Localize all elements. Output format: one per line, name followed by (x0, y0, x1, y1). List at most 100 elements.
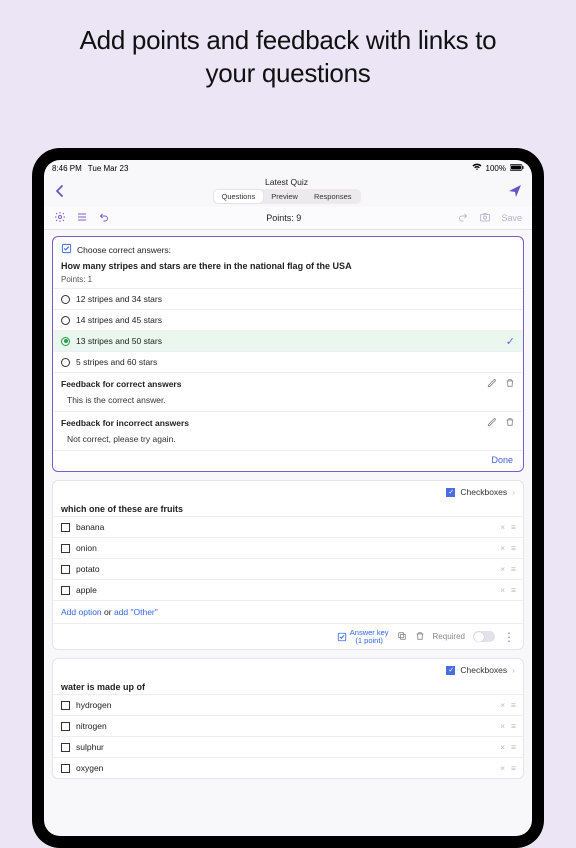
status-date: Tue Mar 23 (88, 164, 129, 173)
checkbox-type-icon (446, 488, 455, 497)
remove-option-icon[interactable]: × (500, 763, 505, 773)
remove-option-icon[interactable]: × (500, 742, 505, 752)
checkbox-icon (61, 743, 70, 752)
status-time: 8:46 PM (52, 164, 82, 173)
checkbox-icon (61, 764, 70, 773)
remove-option-icon[interactable]: × (500, 543, 505, 553)
nav-header: Latest Quiz Questions Preview Responses (44, 175, 532, 207)
option-row[interactable]: onion × ≡ (53, 537, 523, 558)
checkbox-icon (61, 565, 70, 574)
send-button[interactable] (508, 184, 522, 198)
battery-pct: 100% (486, 164, 506, 173)
add-other-link[interactable]: add "Other" (114, 607, 158, 617)
drag-handle-icon[interactable]: ≡ (511, 742, 515, 752)
camera-icon[interactable] (479, 211, 491, 225)
option-row[interactable]: 5 stripes and 60 stars (53, 351, 523, 372)
save-button[interactable]: Save (501, 213, 522, 223)
list-icon[interactable] (76, 211, 88, 225)
required-toggle[interactable] (473, 631, 495, 642)
drag-handle-icon[interactable]: ≡ (511, 721, 515, 731)
feedback-incorrect-body[interactable]: Not correct, please try again. (53, 431, 523, 450)
option-row[interactable]: apple × ≡ (53, 579, 523, 600)
remove-option-icon[interactable]: × (500, 585, 505, 595)
question-type-selector[interactable]: Checkboxes › (53, 659, 523, 677)
question-text[interactable]: How many stripes and stars are there in … (53, 256, 523, 273)
delete-icon[interactable] (415, 631, 425, 643)
wifi-icon (472, 163, 482, 173)
or-text: or (102, 607, 114, 617)
drag-handle-icon[interactable]: ≡ (511, 585, 515, 595)
done-button[interactable]: Done (491, 455, 513, 465)
drag-handle-icon[interactable]: ≡ (511, 522, 515, 532)
checkbox-icon (61, 523, 70, 532)
question-type-label: Checkboxes (460, 487, 507, 497)
feedback-incorrect-title: Feedback for incorrect answers (61, 418, 189, 428)
delete-icon[interactable] (505, 378, 515, 390)
checkbox-type-icon (446, 666, 455, 675)
remove-option-icon[interactable]: × (500, 564, 505, 574)
option-row[interactable]: nitrogen × ≡ (53, 715, 523, 736)
question-points[interactable]: Points: 1 (53, 273, 523, 288)
option-row[interactable]: 12 stripes and 34 stars (53, 288, 523, 309)
option-row[interactable]: banana × ≡ (53, 516, 523, 537)
drag-handle-icon[interactable]: ≡ (511, 700, 515, 710)
question-card-3: Checkboxes › water is made up of hydroge… (52, 658, 524, 779)
option-row[interactable]: potato × ≡ (53, 558, 523, 579)
option-label: apple (76, 585, 97, 595)
delete-icon[interactable] (505, 417, 515, 429)
content-area: Choose correct answers: How many stripes… (44, 230, 532, 836)
remove-option-icon[interactable]: × (500, 700, 505, 710)
drag-handle-icon[interactable]: ≡ (511, 543, 515, 553)
tab-preview[interactable]: Preview (263, 190, 306, 203)
back-button[interactable] (54, 184, 65, 198)
checkbox-icon (61, 544, 70, 553)
option-row[interactable]: sulphur × ≡ (53, 736, 523, 757)
option-label: potato (76, 564, 100, 574)
remove-option-icon[interactable]: × (500, 522, 505, 532)
undo-icon[interactable] (98, 211, 110, 225)
settings-icon[interactable] (54, 211, 66, 225)
battery-icon (510, 164, 524, 173)
drag-handle-icon[interactable]: ≡ (511, 564, 515, 574)
status-bar: 8:46 PM Tue Mar 23 100% (44, 160, 532, 175)
choose-answers-label: Choose correct answers: (77, 245, 171, 255)
edit-icon[interactable] (487, 417, 497, 429)
add-option-link[interactable]: Add option (61, 607, 102, 617)
tabs: Questions Preview Responses (213, 189, 361, 204)
remove-option-icon[interactable]: × (500, 721, 505, 731)
question-text[interactable]: water is made up of (53, 677, 523, 694)
question-text[interactable]: which one of these are fruits (53, 499, 523, 516)
feedback-correct-title: Feedback for correct answers (61, 379, 181, 389)
option-row-correct[interactable]: 13 stripes and 50 stars ✓ (53, 330, 523, 351)
promo-title: Add points and feedback with links to yo… (0, 0, 576, 107)
question-type-selector[interactable]: Checkboxes › (53, 481, 523, 499)
chevron-right-icon: › (512, 487, 515, 497)
page-title: Latest Quiz (65, 177, 508, 187)
option-label: 5 stripes and 60 stars (76, 357, 157, 367)
edit-icon[interactable] (487, 378, 497, 390)
option-row[interactable]: 14 stripes and 45 stars (53, 309, 523, 330)
drag-handle-icon[interactable]: ≡ (511, 763, 515, 773)
option-label: sulphur (76, 742, 104, 752)
option-label: onion (76, 543, 97, 553)
tab-responses[interactable]: Responses (306, 190, 360, 203)
option-label: 12 stripes and 34 stars (76, 294, 162, 304)
tab-questions[interactable]: Questions (214, 190, 264, 203)
checkbox-icon (61, 722, 70, 731)
option-row[interactable]: hydrogen × ≡ (53, 694, 523, 715)
radio-icon-selected (61, 337, 70, 346)
duplicate-icon[interactable] (397, 631, 407, 643)
option-label: banana (76, 522, 104, 532)
option-label: 13 stripes and 50 stars (76, 336, 162, 346)
answer-key-button[interactable]: Answer key(1 point) (337, 629, 389, 644)
tablet-frame: 8:46 PM Tue Mar 23 100% Latest Quiz (32, 148, 544, 848)
question-card-2: Checkboxes › which one of these are frui… (52, 480, 524, 650)
required-label: Required (433, 632, 465, 641)
checkbox-icon (61, 701, 70, 710)
option-label: nitrogen (76, 721, 107, 731)
option-label: 14 stripes and 45 stars (76, 315, 162, 325)
option-label: hydrogen (76, 700, 111, 710)
feedback-correct-body[interactable]: This is the correct answer. (53, 392, 523, 411)
redo-icon[interactable] (457, 211, 469, 225)
radio-icon (61, 316, 70, 325)
